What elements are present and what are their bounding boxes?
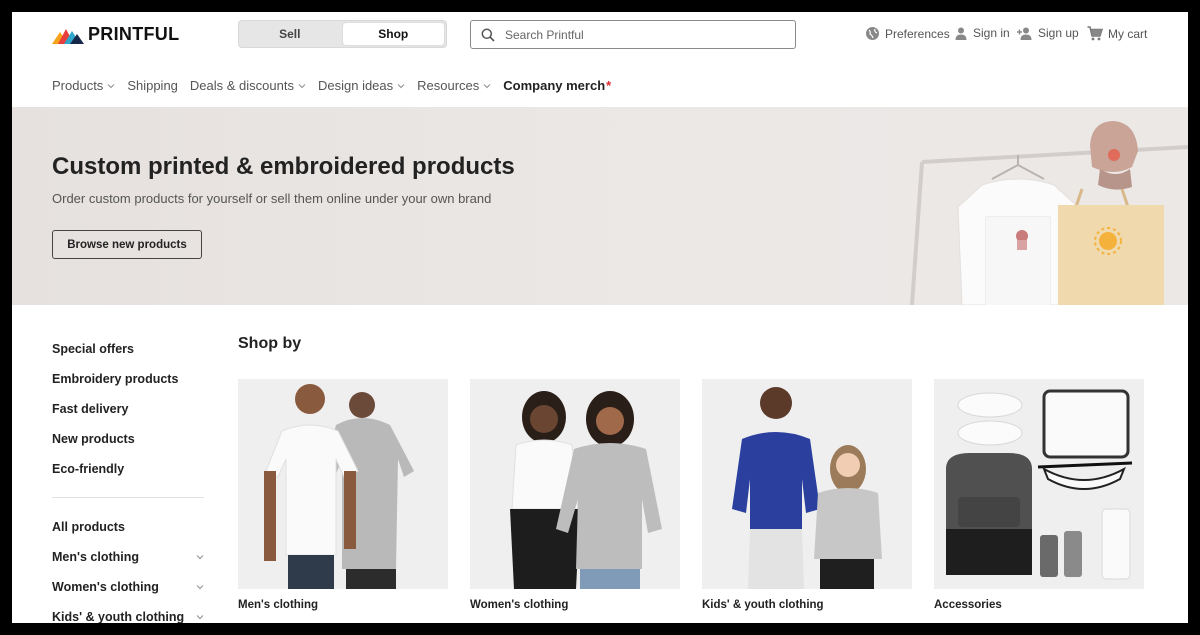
search-icon bbox=[481, 28, 495, 42]
sell-toggle[interactable]: Sell bbox=[239, 21, 341, 47]
nav-design-ideas[interactable]: Design ideas bbox=[318, 78, 405, 93]
printful-logo[interactable]: PRINTFUL bbox=[52, 24, 179, 45]
top-bar: PRINTFUL Sell Shop Preferences Sign in S… bbox=[12, 12, 1188, 56]
chevron-down-icon bbox=[483, 83, 491, 88]
sidebar-item-eco-friendly[interactable]: Eco-friendly bbox=[52, 454, 204, 484]
nav-label: Company merch bbox=[503, 78, 606, 93]
category-card-womens[interactable]: Women's clothing bbox=[470, 379, 680, 611]
hero-banner: Custom printed & embroidered products Or… bbox=[12, 107, 1188, 305]
hero-subtitle: Order custom products for yourself or se… bbox=[52, 191, 492, 206]
sidebar-item-mens-clothing[interactable]: Men's clothing bbox=[52, 542, 204, 572]
nav-label: Deals & discounts bbox=[189, 78, 294, 93]
mens-clothing-image bbox=[238, 379, 448, 589]
shop-by-heading: Shop by bbox=[238, 335, 302, 352]
sign-in-label: Sign in bbox=[973, 26, 1010, 40]
sign-up-link[interactable]: Sign up bbox=[1017, 26, 1079, 40]
nav-deals[interactable]: Deals & discounts bbox=[190, 78, 306, 93]
sell-shop-switch: Sell Shop bbox=[238, 20, 447, 48]
nav-label: Design ideas bbox=[317, 78, 394, 93]
womens-clothing-image bbox=[470, 379, 680, 589]
hero-product-image bbox=[892, 107, 1188, 305]
user-icon bbox=[955, 27, 967, 40]
category-card-mens[interactable]: Men's clothing bbox=[238, 379, 448, 611]
sidebar-item-kids-youth-clothing[interactable]: Kids' & youth clothing bbox=[52, 602, 204, 623]
sidebar-item-new-products[interactable]: New products bbox=[52, 424, 204, 454]
nav-shipping[interactable]: Shipping bbox=[127, 78, 178, 93]
brand-name: PRINTFUL bbox=[88, 24, 180, 44]
hero-title: Custom printed & embroidered products bbox=[52, 153, 515, 180]
nav-resources[interactable]: Resources bbox=[417, 78, 491, 93]
sidebar-divider bbox=[52, 497, 204, 498]
sidebar-item-label: Fast delivery bbox=[52, 402, 129, 416]
cart-label: My cart bbox=[1108, 26, 1148, 41]
logo-mountains-icon bbox=[52, 28, 84, 44]
search-box bbox=[470, 20, 796, 49]
category-label: Kids' & youth clothing bbox=[702, 599, 824, 611]
sidebar-item-label: Kids' & youth clothing bbox=[52, 610, 185, 623]
chevron-down-icon bbox=[397, 83, 405, 88]
preferences-link[interactable]: Preferences bbox=[865, 26, 950, 41]
nav-label: Products bbox=[52, 78, 104, 93]
sign-in-link[interactable]: Sign in bbox=[954, 26, 1010, 40]
category-card-kids[interactable]: Kids' & youth clothing bbox=[702, 379, 912, 611]
accessories-image bbox=[934, 379, 1144, 589]
chevron-down-icon[interactable] bbox=[196, 613, 204, 621]
category-label: Men's clothing bbox=[238, 599, 319, 611]
chevron-down-icon bbox=[107, 83, 115, 88]
page: PRINTFUL Sell Shop Preferences Sign in S… bbox=[12, 12, 1188, 623]
sidebar-item-label: Eco-friendly bbox=[52, 462, 125, 476]
chevron-down-icon bbox=[298, 83, 306, 88]
search-input[interactable] bbox=[505, 27, 765, 42]
cart-link[interactable]: My cart bbox=[1087, 26, 1147, 41]
category-image bbox=[238, 379, 448, 589]
sidebar-item-fast-delivery[interactable]: Fast delivery bbox=[52, 394, 204, 424]
sidebar-item-embroidery[interactable]: Embroidery products bbox=[52, 364, 204, 394]
shop-toggle[interactable]: Shop bbox=[342, 23, 444, 45]
sidebar-item-label: Men's clothing bbox=[52, 550, 139, 564]
sidebar-item-all-products[interactable]: All products bbox=[52, 512, 204, 542]
globe-icon bbox=[866, 27, 879, 40]
sidebar: Special offers Embroidery products Fast … bbox=[52, 334, 204, 623]
chevron-down-icon[interactable] bbox=[196, 583, 204, 591]
category-label: Accessories bbox=[934, 599, 1002, 611]
category-label: Women's clothing bbox=[470, 599, 569, 611]
browse-new-products-button[interactable]: Browse new products bbox=[52, 230, 202, 259]
add-user-icon bbox=[1017, 27, 1032, 40]
nav-company-merch[interactable]: Company merch * bbox=[503, 78, 611, 93]
preferences-label: Preferences bbox=[885, 26, 950, 41]
sign-up-label: Sign up bbox=[1038, 26, 1079, 40]
cart-icon bbox=[1087, 26, 1103, 41]
category-image bbox=[702, 379, 912, 589]
sidebar-item-label: Special offers bbox=[52, 342, 134, 356]
sidebar-item-label: Embroidery products bbox=[52, 372, 179, 386]
nav-products[interactable]: Products bbox=[52, 78, 115, 93]
sidebar-item-womens-clothing[interactable]: Women's clothing bbox=[52, 572, 204, 602]
chevron-down-icon[interactable] bbox=[196, 553, 204, 561]
sidebar-item-special-offers[interactable]: Special offers bbox=[52, 334, 204, 364]
category-card-accessories[interactable]: Accessories bbox=[934, 379, 1144, 611]
category-image bbox=[470, 379, 680, 589]
new-marker: * bbox=[606, 78, 612, 93]
nav-label: Shipping bbox=[127, 78, 178, 93]
main-nav: Products Shipping Deals & discounts Desi… bbox=[52, 78, 611, 93]
sidebar-item-label: New products bbox=[52, 432, 135, 446]
sidebar-item-label: Women's clothing bbox=[52, 580, 159, 594]
nav-label: Resources bbox=[417, 78, 480, 93]
sidebar-item-label: All products bbox=[52, 520, 125, 534]
kids-clothing-image bbox=[702, 379, 912, 589]
category-image bbox=[934, 379, 1144, 589]
